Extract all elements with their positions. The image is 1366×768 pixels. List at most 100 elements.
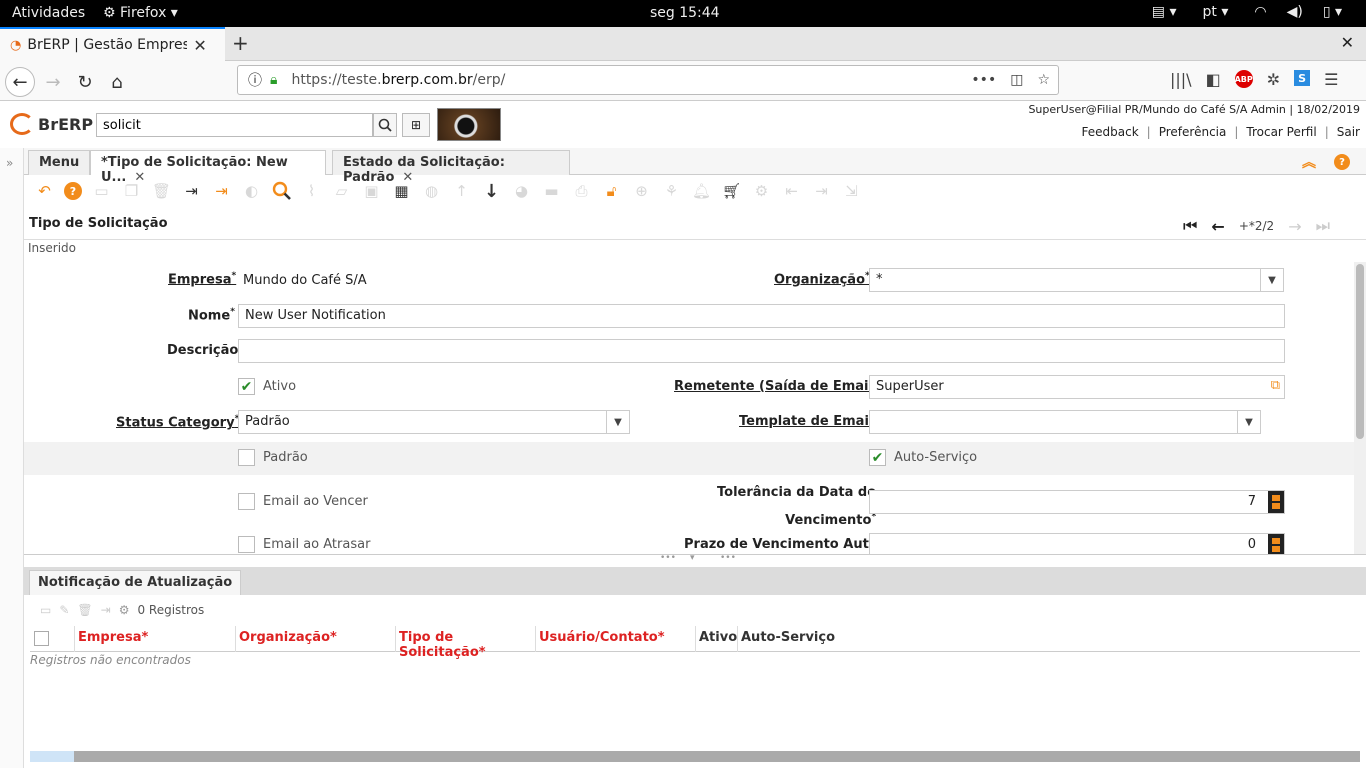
open-link-icon[interactable]: ⧉: [1271, 378, 1280, 393]
save-and-new-icon[interactable]: ⇥: [211, 181, 232, 202]
next-record-icon[interactable]: ↓: [481, 181, 502, 202]
edit-icon[interactable]: ✎: [59, 603, 69, 617]
west-panel-toggle[interactable]: »: [0, 148, 24, 768]
lock-icon[interactable]: 🔓︎: [601, 181, 622, 202]
nome-field[interactable]: New User Notification: [238, 304, 1285, 328]
chevron-down-icon[interactable]: ▼: [1237, 411, 1260, 433]
column-header[interactable]: Auto-Serviço: [737, 626, 867, 652]
tab-request-type[interactable]: *Tipo de Solicitação: New U... ✕: [90, 150, 326, 185]
delete-icon[interactable]: 🗑︎: [151, 181, 172, 202]
bookmark-star-icon[interactable]: ☆: [1037, 72, 1050, 88]
search-icon[interactable]: [373, 113, 397, 137]
ativo-checkbox[interactable]: ✔: [238, 378, 255, 395]
last-record-icon[interactable]: ⏭: [1316, 216, 1330, 236]
collapse-up-icon[interactable]: ︽: [1302, 152, 1316, 172]
select-all-checkbox[interactable]: [34, 631, 49, 646]
chevron-down-icon[interactable]: ▼: [606, 411, 629, 433]
sitemap-icon[interactable]: ⊞: [402, 113, 430, 137]
close-window-icon[interactable]: ✕: [1341, 33, 1354, 52]
tolerancia-stepper[interactable]: 7: [869, 490, 1285, 514]
refresh-icon[interactable]: ◐: [241, 181, 262, 202]
volume-icon[interactable]: ◀): [1287, 4, 1303, 20]
help-icon[interactable]: ?: [1334, 154, 1350, 170]
email-atrasar-checkbox[interactable]: [238, 536, 255, 553]
sidebar-icon[interactable]: ◧: [1206, 70, 1221, 89]
app-menu[interactable]: ⚙ Firefox ▾: [103, 5, 178, 21]
wifi-icon[interactable]: ◠: [1254, 4, 1266, 20]
attachment-icon[interactable]: ⌇: [301, 181, 322, 202]
new-icon[interactable]: ▭: [40, 603, 51, 617]
organizacao-combobox[interactable]: * ▼: [869, 268, 1284, 292]
auto-servico-checkbox[interactable]: ✔: [869, 449, 886, 466]
status-category-combobox[interactable]: Padrão ▼: [238, 410, 630, 434]
print-icon[interactable]: ⎙: [571, 181, 592, 202]
lock-icon[interactable]: 🔒︎: [270, 72, 277, 88]
library-icon[interactable]: |||\: [1170, 70, 1192, 89]
browser-tab[interactable]: ◔ BrERP | Gestão Empresa ✕: [0, 27, 225, 61]
new-record-icon[interactable]: ▭: [91, 181, 112, 202]
language-selector[interactable]: pt ▾: [1202, 4, 1228, 20]
adblock-icon[interactable]: ABP: [1235, 70, 1253, 88]
feedback-link[interactable]: Feedback: [1082, 125, 1139, 139]
extension-icon[interactable]: ✲: [1267, 70, 1280, 89]
tab-menu[interactable]: Menu: [28, 150, 91, 175]
pocket-icon[interactable]: ◫: [1010, 72, 1023, 88]
hamburger-menu-icon[interactable]: ☰: [1324, 70, 1338, 89]
email-vencer-checkbox[interactable]: [238, 493, 255, 510]
expand-panel-icon[interactable]: »: [6, 156, 13, 170]
template-email-combobox[interactable]: ▼: [869, 410, 1261, 434]
column-header[interactable]: Organização*: [235, 626, 395, 652]
next-record-arrow-icon[interactable]: →: [1288, 217, 1301, 236]
clipboard-icon[interactable]: ▤ ▾: [1152, 4, 1177, 20]
chevron-down-icon[interactable]: ▼: [1260, 269, 1283, 291]
padrao-checkbox[interactable]: [238, 449, 255, 466]
forward-icon[interactable]: →: [38, 67, 68, 97]
change-role-link[interactable]: Trocar Perfil: [1246, 125, 1316, 139]
clock[interactable]: seg 15:44: [650, 5, 720, 21]
scrollbar-thumb[interactable]: [30, 751, 74, 762]
home-icon[interactable]: ⌂: [102, 67, 132, 97]
form-scrollbar[interactable]: [1354, 262, 1366, 554]
reload-icon[interactable]: ↻: [70, 67, 100, 97]
report-icon[interactable]: ◕: [511, 181, 532, 202]
back-icon[interactable]: ←: [5, 67, 35, 97]
column-header[interactable]: Ativo: [695, 626, 739, 652]
detail-horizontal-scrollbar[interactable]: [30, 751, 1360, 762]
column-header[interactable]: Tipo de Solicitação*: [395, 626, 535, 660]
help-icon[interactable]: ?: [64, 182, 82, 200]
workflow-icon[interactable]: ⚘: [661, 181, 682, 202]
copy-record-icon[interactable]: ❐: [121, 181, 142, 202]
cart-icon[interactable]: 🛒︎: [721, 181, 742, 202]
archive-icon[interactable]: ▬: [541, 181, 562, 202]
exit-icon[interactable]: ⇲: [841, 181, 862, 202]
url-bar[interactable]: ⓘ 🔒︎ https://teste.brerp.com.br/erp/ •••…: [237, 65, 1059, 95]
notification-bell-icon[interactable]: 🔔︎: [691, 181, 712, 202]
calculator-icon[interactable]: [1268, 534, 1284, 554]
import-icon[interactable]: ⇥: [811, 181, 832, 202]
first-record-icon[interactable]: ⏮: [1183, 216, 1197, 236]
calculator-icon[interactable]: [1268, 491, 1284, 513]
column-header[interactable]: Empresa*: [74, 626, 235, 652]
preference-link[interactable]: Preferência: [1159, 125, 1227, 139]
close-tab-icon[interactable]: ✕: [193, 36, 206, 55]
tab-request-status[interactable]: Estado da Solicitação: Padrão ✕: [332, 150, 570, 185]
splitter[interactable]: ••• ▾ •••: [24, 553, 1366, 566]
logout-link[interactable]: Sair: [1337, 125, 1360, 139]
tab-update-notification[interactable]: Notificação de Atualização: [29, 570, 242, 595]
menu-search-input[interactable]: [96, 113, 373, 137]
settings-gear-icon[interactable]: ⚙: [751, 181, 772, 202]
s-extension-icon[interactable]: S: [1294, 70, 1311, 86]
export-icon[interactable]: ⇤: [781, 181, 802, 202]
previous-record-icon[interactable]: ↑: [451, 181, 472, 202]
battery-icon[interactable]: ▯ ▾: [1323, 4, 1342, 20]
find-icon[interactable]: [271, 181, 292, 202]
descricao-field[interactable]: [238, 339, 1285, 363]
new-tab-icon[interactable]: +: [232, 31, 249, 55]
settings-gear-icon[interactable]: ⚙: [119, 603, 130, 617]
save-icon[interactable]: ⇥: [101, 603, 111, 617]
save-icon[interactable]: ⇥: [181, 181, 202, 202]
palette-icon[interactable]: ◍: [421, 181, 442, 202]
undo-icon[interactable]: ↶: [34, 181, 55, 202]
activities-button[interactable]: Atividades: [12, 5, 85, 21]
calendar-icon[interactable]: ▦: [391, 181, 412, 202]
